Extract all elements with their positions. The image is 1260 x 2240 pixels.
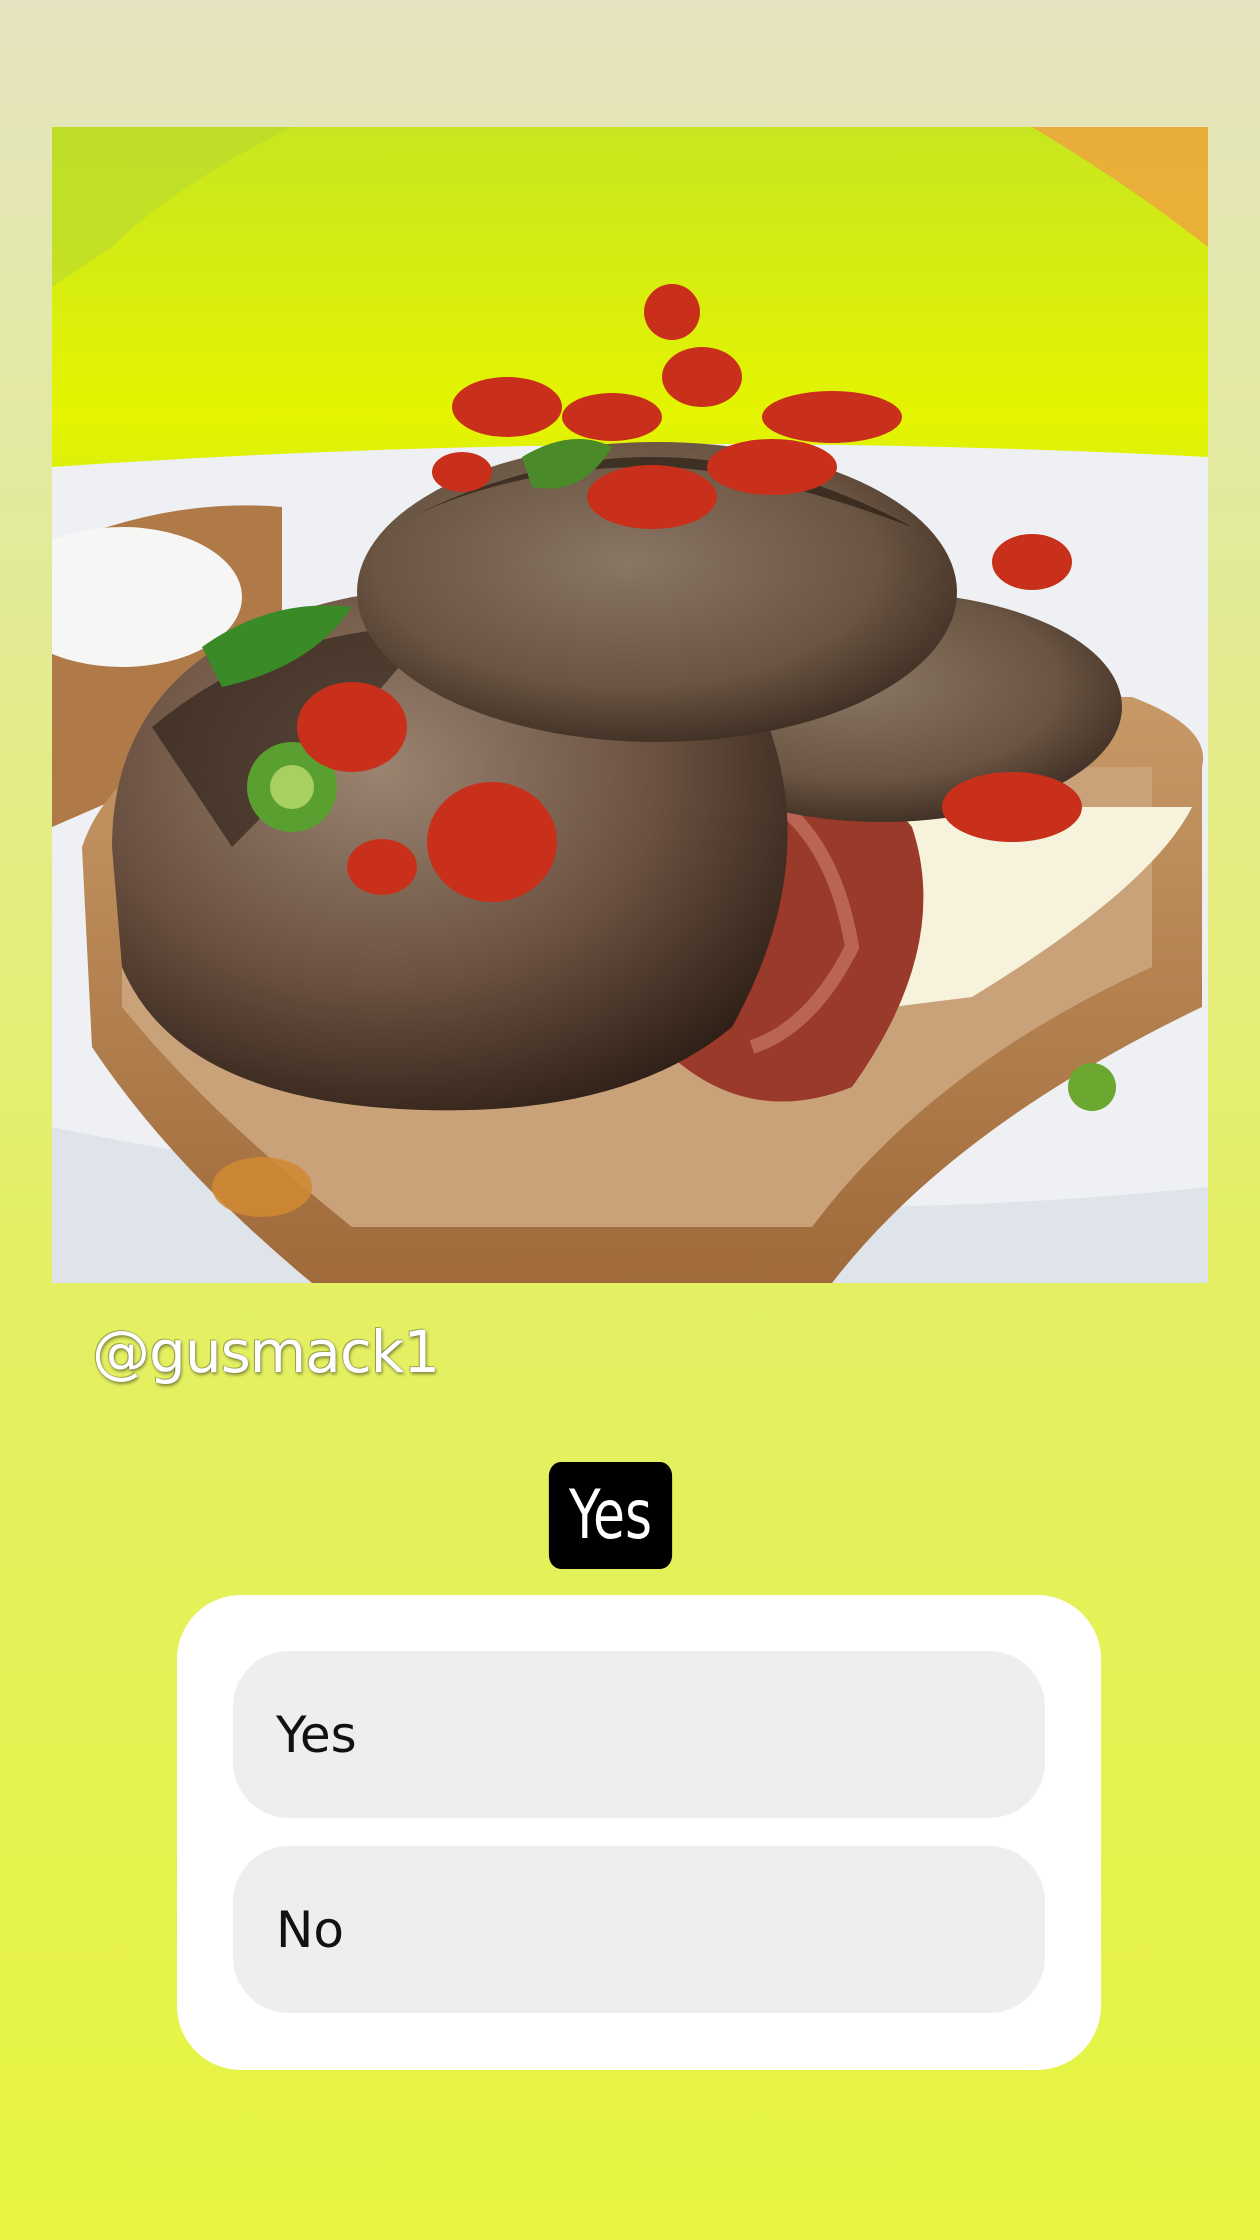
- question-sticker: Yes: [548, 1462, 673, 1569]
- poll-sticker: Yes No: [177, 1595, 1101, 2070]
- food-photo: [52, 127, 1208, 1283]
- poll-option-yes[interactable]: Yes: [233, 1651, 1045, 1818]
- poll-option-no[interactable]: No: [233, 1846, 1045, 2013]
- username-handle: @gusmack1: [92, 1318, 440, 1386]
- burger-toast-image: [52, 127, 1208, 1283]
